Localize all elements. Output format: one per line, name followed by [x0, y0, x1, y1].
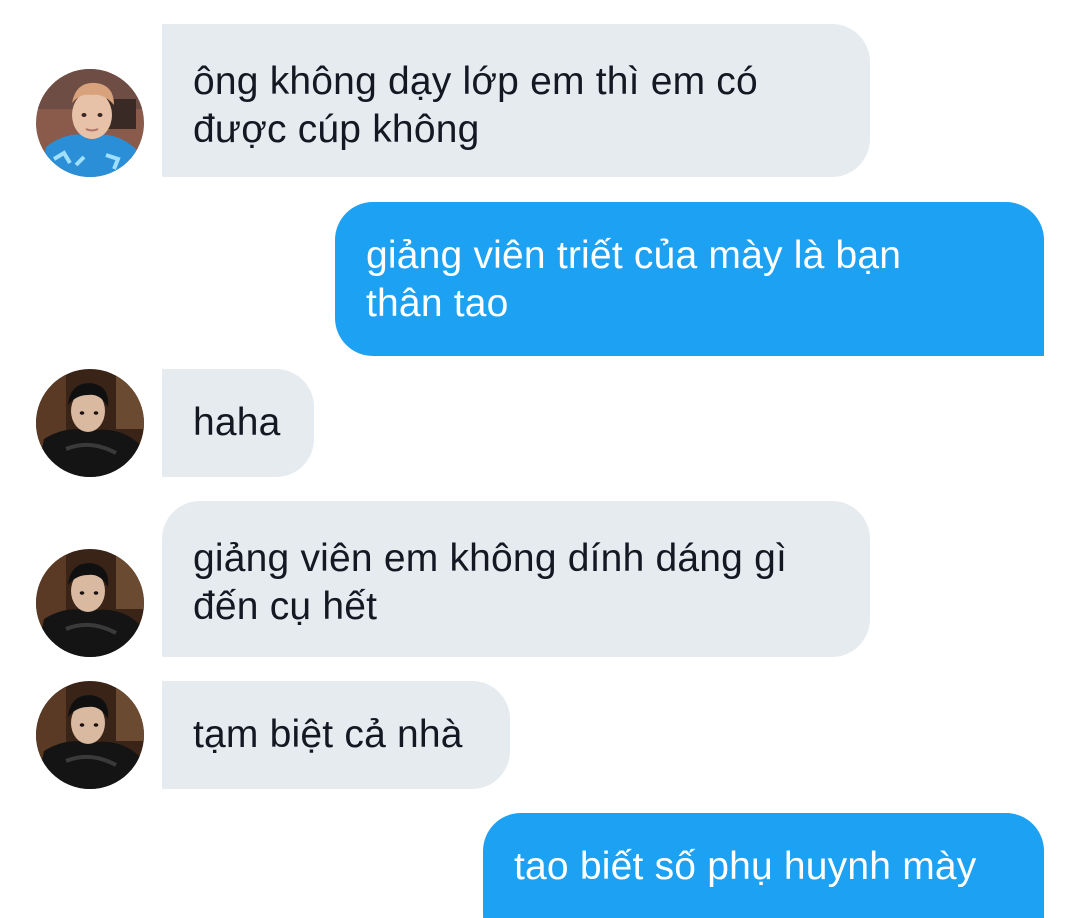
chat-thread: ông không dạy lớp em thì em có được cúp … [0, 0, 1080, 918]
sender-avatar[interactable] [36, 681, 144, 789]
message-bubble-outgoing[interactable]: giảng viên triết của mày là bạn thân tao [335, 202, 1044, 356]
avatar-photo-icon [36, 681, 144, 789]
sender-avatar[interactable] [36, 549, 144, 657]
message-text-line: giảng viên em không dính dáng gì [193, 537, 788, 580]
message-text-line: thân tao [366, 282, 509, 325]
message-text-line: được cúp không [193, 108, 480, 151]
message-bubble-outgoing[interactable]: tao biết số phụ huynh mày [483, 813, 1044, 918]
message-bubble-incoming[interactable]: ông không dạy lớp em thì em có được cúp … [162, 24, 870, 177]
message-bubble-incoming[interactable]: haha [162, 369, 314, 477]
avatar-photo-icon [36, 549, 144, 657]
message-text-line: ông không dạy lớp em thì em có [193, 60, 758, 103]
message-bubble-incoming[interactable]: tạm biệt cả nhà [162, 681, 510, 789]
avatar-photo-icon [36, 69, 144, 177]
message-text-line: tạm biệt cả nhà [193, 713, 463, 756]
message-text-line: giảng viên triết của mày là bạn [366, 234, 902, 277]
avatar-photo-icon [36, 369, 144, 477]
message-text-line: đến cụ hết [193, 585, 378, 628]
message-text-line: tao biết số phụ huynh mày [514, 845, 977, 888]
message-text-line: haha [193, 401, 281, 444]
sender-avatar[interactable] [36, 369, 144, 477]
sender-avatar[interactable] [36, 69, 144, 177]
message-bubble-incoming[interactable]: giảng viên em không dính dáng gì đến cụ … [162, 501, 870, 657]
